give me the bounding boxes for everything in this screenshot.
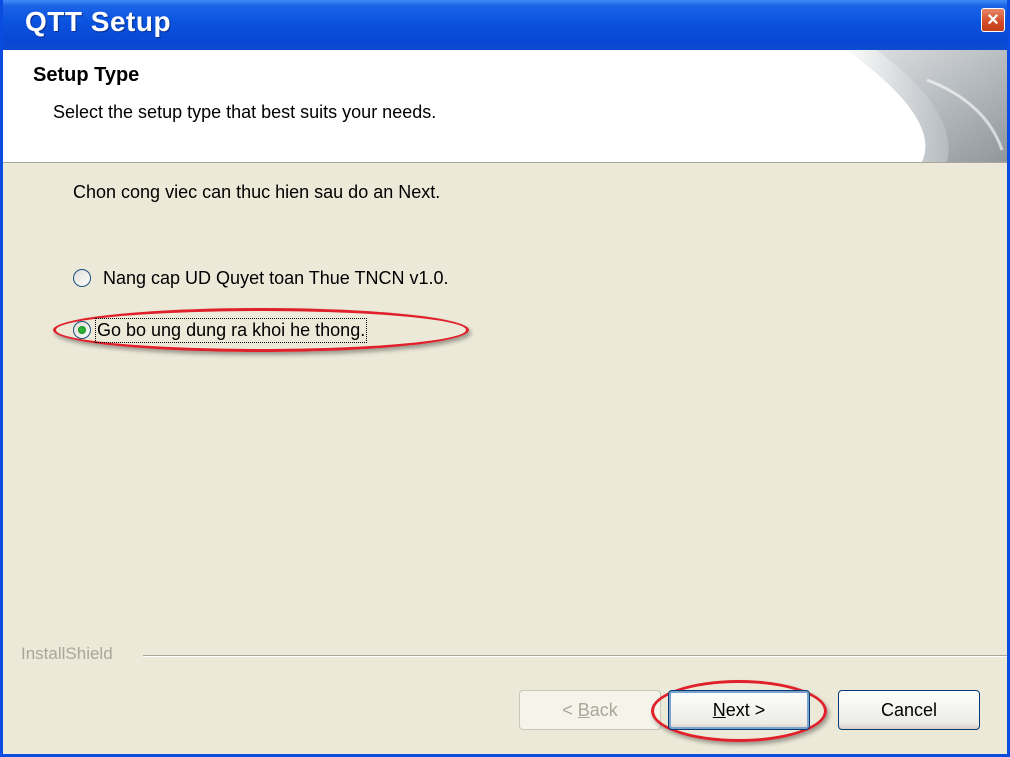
back-button[interactable]: < Back [519, 690, 661, 730]
installshield-separator: InstallShield [3, 644, 1007, 664]
page-title: Setup Type [33, 64, 140, 86]
close-icon: × [987, 9, 999, 31]
cancel-button[interactable]: Cancel [838, 690, 980, 730]
radio-button-upgrade[interactable] [73, 269, 91, 287]
page-description: Select the setup type that best suits yo… [53, 102, 437, 122]
header-panel: Setup Type Select the setup type that be… [3, 50, 1007, 163]
instruction-text: Chon cong viec can thuc hien sau do an N… [73, 182, 441, 202]
close-button[interactable]: × [981, 8, 1005, 32]
radio-selected-dot [78, 326, 86, 334]
title-bar[interactable]: QTT Setup × [3, 0, 1007, 50]
radio-button-remove[interactable] [73, 321, 91, 339]
page-curl-graphic-icon [847, 50, 1007, 162]
option-upgrade-label[interactable]: Nang cap UD Quyet toan Thue TNCN v1.0. [103, 268, 449, 289]
option-remove-label[interactable]: Go bo ung dung ra khoi he thong. [94, 317, 368, 343]
option-upgrade[interactable]: Nang cap UD Quyet toan Thue TNCN v1.0. [73, 266, 449, 290]
next-button[interactable]: Next > [668, 690, 810, 730]
separator-line [143, 655, 1007, 657]
setup-window: QTT Setup × Setup Type Select the setup … [0, 0, 1010, 757]
option-remove[interactable]: Go bo ung dung ra khoi he thong. [73, 317, 368, 343]
installshield-brand: InstallShield [21, 644, 121, 664]
window-title: QTT Setup [25, 6, 172, 37]
